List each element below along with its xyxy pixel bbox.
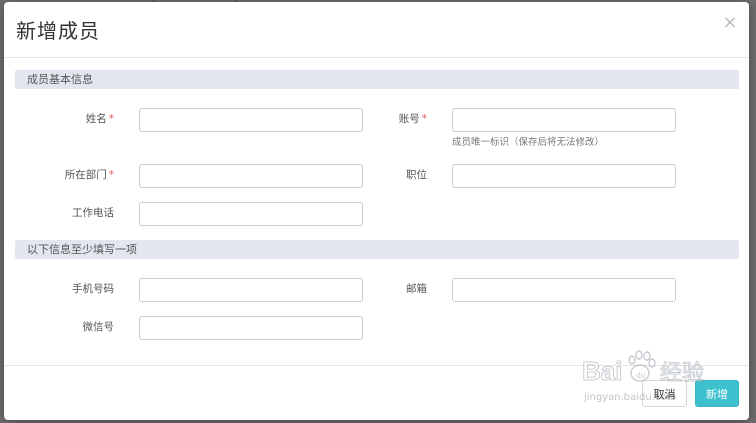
required-marker: * — [108, 113, 114, 125]
section-contact-info-header: 以下信息至少填写一项 — [15, 240, 739, 259]
mobile-input[interactable] — [139, 278, 363, 302]
required-marker: * — [421, 113, 427, 125]
account-help-text: 成员唯一标识（保存后将无法修改） — [452, 137, 605, 148]
account-input[interactable] — [452, 108, 676, 132]
section-basic-info-header: 成员基本信息 — [15, 70, 739, 89]
email-label: 邮箱 — [406, 283, 427, 295]
mobile-label: 手机号码 — [72, 283, 114, 295]
email-input[interactable] — [452, 278, 676, 302]
name-label: 姓名 * — [85, 113, 114, 125]
dialog-title: 新增成员 — [16, 19, 100, 43]
cancel-button[interactable]: 取消 — [642, 380, 687, 407]
add-member-dialog: 新增成员 × 成员基本信息 姓名 * 账号 * 成员唯一标识（保存后将无法修改） 所… — [4, 2, 749, 420]
account-label: 账号 * — [398, 113, 427, 125]
close-icon[interactable]: × — [721, 14, 739, 32]
position-label: 职位 — [406, 169, 427, 181]
dialog-header: 新增成员 × — [4, 2, 749, 58]
work-phone-input[interactable] — [139, 202, 363, 226]
wechat-input[interactable] — [139, 316, 363, 340]
department-label: 所在部门 * — [64, 169, 114, 181]
name-input[interactable] — [139, 108, 363, 132]
position-input[interactable] — [452, 164, 676, 188]
wechat-label: 微信号 — [82, 321, 115, 333]
dialog-footer: 取消 新增 — [4, 365, 749, 420]
work-phone-label: 工作电话 — [72, 207, 114, 219]
department-input[interactable] — [139, 164, 363, 188]
required-marker: * — [108, 169, 114, 181]
add-button[interactable]: 新增 — [695, 380, 739, 407]
